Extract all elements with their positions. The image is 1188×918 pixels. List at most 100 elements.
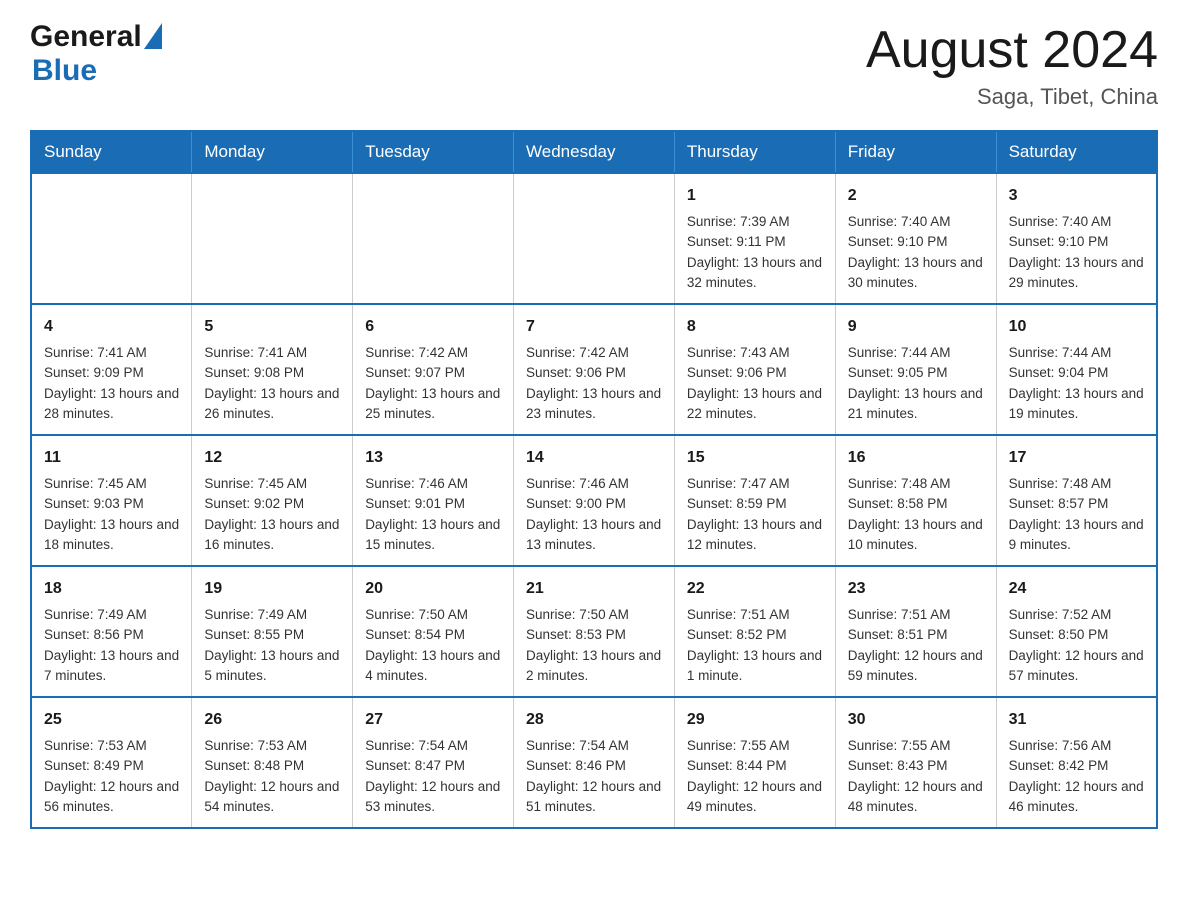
calendar-cell: 21Sunrise: 7:50 AMSunset: 8:53 PMDayligh… bbox=[514, 566, 675, 697]
calendar-header-tuesday: Tuesday bbox=[353, 131, 514, 173]
day-number: 10 bbox=[1009, 315, 1144, 339]
day-number: 9 bbox=[848, 315, 984, 339]
day-info: Sunrise: 7:55 AMSunset: 8:44 PMDaylight:… bbox=[687, 736, 823, 817]
day-number: 27 bbox=[365, 708, 501, 732]
day-info: Sunrise: 7:46 AMSunset: 9:01 PMDaylight:… bbox=[365, 474, 501, 555]
day-info: Sunrise: 7:53 AMSunset: 8:48 PMDaylight:… bbox=[204, 736, 340, 817]
day-number: 8 bbox=[687, 315, 823, 339]
day-info: Sunrise: 7:55 AMSunset: 8:43 PMDaylight:… bbox=[848, 736, 984, 817]
calendar-cell: 18Sunrise: 7:49 AMSunset: 8:56 PMDayligh… bbox=[31, 566, 192, 697]
calendar-cell: 9Sunrise: 7:44 AMSunset: 9:05 PMDaylight… bbox=[835, 304, 996, 435]
calendar-cell: 2 Sunrise: 7:40 AMSunset: 9:10 PMDaylight… bbox=[835, 173, 996, 304]
calendar-week-4: 18Sunrise: 7:49 AMSunset: 8:56 PMDayligh… bbox=[31, 566, 1157, 697]
day-info: Sunrise: 7:39 AMSunset: 9:11 PMDaylight:… bbox=[687, 212, 823, 293]
day-number: 6 bbox=[365, 315, 501, 339]
day-info: Sunrise: 7:42 AMSunset: 9:06 PMDaylight:… bbox=[526, 343, 662, 424]
calendar-cell: 24Sunrise: 7:52 AMSunset: 8:50 PMDayligh… bbox=[996, 566, 1157, 697]
day-number: 3 bbox=[1009, 184, 1144, 208]
logo-triangle-icon bbox=[144, 23, 162, 49]
day-number: 15 bbox=[687, 446, 823, 470]
logo: General Blue bbox=[30, 20, 162, 88]
day-number: 4 bbox=[44, 315, 179, 339]
logo-blue-text: Blue bbox=[32, 54, 162, 88]
calendar-cell: 29 Sunrise: 7:55 AMSunset: 8:44 PMDayligh… bbox=[674, 697, 835, 828]
calendar-week-3: 11 Sunrise: 7:45 AMSunset: 9:03 PMDayligh… bbox=[31, 435, 1157, 566]
calendar-cell bbox=[514, 173, 675, 304]
calendar-cell bbox=[31, 173, 192, 304]
location: Saga, Tibet, China bbox=[866, 84, 1158, 110]
day-info: Sunrise: 7:54 AMSunset: 8:46 PMDaylight:… bbox=[526, 736, 662, 817]
day-info: Sunrise: 7:44 AMSunset: 9:04 PMDaylight:… bbox=[1009, 343, 1144, 424]
calendar-header-wednesday: Wednesday bbox=[514, 131, 675, 173]
day-number: 28 bbox=[526, 708, 662, 732]
calendar-cell: 12 Sunrise: 7:45 AMSunset: 9:02 PMDayligh… bbox=[192, 435, 353, 566]
day-number: 24 bbox=[1009, 577, 1144, 601]
day-info: Sunrise: 7:51 AMSunset: 8:51 PMDaylight:… bbox=[848, 605, 984, 686]
calendar-cell: 26 Sunrise: 7:53 AMSunset: 8:48 PMDayligh… bbox=[192, 697, 353, 828]
day-info: Sunrise: 7:49 AMSunset: 8:55 PMDaylight:… bbox=[204, 605, 340, 686]
day-info: Sunrise: 7:47 AMSunset: 8:59 PMDaylight:… bbox=[687, 474, 823, 555]
page-header: General Blue August 2024 Saga, Tibet, Ch… bbox=[30, 20, 1158, 110]
day-number: 26 bbox=[204, 708, 340, 732]
day-number: 31 bbox=[1009, 708, 1144, 732]
day-number: 21 bbox=[526, 577, 662, 601]
calendar-cell: 15 Sunrise: 7:47 AMSunset: 8:59 PMDayligh… bbox=[674, 435, 835, 566]
day-info: Sunrise: 7:40 AMSunset: 9:10 PMDaylight:… bbox=[848, 212, 984, 293]
day-info: Sunrise: 7:48 AMSunset: 8:57 PMDaylight:… bbox=[1009, 474, 1144, 555]
month-title: August 2024 bbox=[866, 20, 1158, 80]
day-info: Sunrise: 7:54 AMSunset: 8:47 PMDaylight:… bbox=[365, 736, 501, 817]
day-info: Sunrise: 7:40 AMSunset: 9:10 PMDaylight:… bbox=[1009, 212, 1144, 293]
calendar-cell: 28 Sunrise: 7:54 AMSunset: 8:46 PMDayligh… bbox=[514, 697, 675, 828]
day-number: 29 bbox=[687, 708, 823, 732]
calendar-cell bbox=[353, 173, 514, 304]
calendar-header-row: SundayMondayTuesdayWednesdayThursdayFrid… bbox=[31, 131, 1157, 173]
title-area: August 2024 Saga, Tibet, China bbox=[866, 20, 1158, 110]
calendar-week-1: 1 Sunrise: 7:39 AMSunset: 9:11 PMDaylight… bbox=[31, 173, 1157, 304]
day-number: 2 bbox=[848, 184, 984, 208]
calendar-header-saturday: Saturday bbox=[996, 131, 1157, 173]
day-info: Sunrise: 7:45 AMSunset: 9:02 PMDaylight:… bbox=[204, 474, 340, 555]
calendar-header-monday: Monday bbox=[192, 131, 353, 173]
day-number: 12 bbox=[204, 446, 340, 470]
day-info: Sunrise: 7:53 AMSunset: 8:49 PMDaylight:… bbox=[44, 736, 179, 817]
day-info: Sunrise: 7:45 AMSunset: 9:03 PMDaylight:… bbox=[44, 474, 179, 555]
calendar-cell: 10 Sunrise: 7:44 AMSunset: 9:04 PMDayligh… bbox=[996, 304, 1157, 435]
calendar-cell: 19 Sunrise: 7:49 AMSunset: 8:55 PMDayligh… bbox=[192, 566, 353, 697]
calendar-cell: 8 Sunrise: 7:43 AMSunset: 9:06 PMDaylight… bbox=[674, 304, 835, 435]
calendar-cell bbox=[192, 173, 353, 304]
calendar-week-5: 25 Sunrise: 7:53 AMSunset: 8:49 PMDayligh… bbox=[31, 697, 1157, 828]
calendar-week-2: 4 Sunrise: 7:41 AMSunset: 9:09 PMDaylight… bbox=[31, 304, 1157, 435]
calendar-table: SundayMondayTuesdayWednesdayThursdayFrid… bbox=[30, 130, 1158, 829]
day-number: 5 bbox=[204, 315, 340, 339]
day-info: Sunrise: 7:43 AMSunset: 9:06 PMDaylight:… bbox=[687, 343, 823, 424]
calendar-header-friday: Friday bbox=[835, 131, 996, 173]
day-info: Sunrise: 7:50 AMSunset: 8:54 PMDaylight:… bbox=[365, 605, 501, 686]
calendar-cell: 3 Sunrise: 7:40 AMSunset: 9:10 PMDaylight… bbox=[996, 173, 1157, 304]
day-number: 1 bbox=[687, 184, 823, 208]
logo-general-text: General bbox=[30, 20, 142, 54]
calendar-cell: 31 Sunrise: 7:56 AMSunset: 8:42 PMDayligh… bbox=[996, 697, 1157, 828]
calendar-cell: 4 Sunrise: 7:41 AMSunset: 9:09 PMDaylight… bbox=[31, 304, 192, 435]
day-number: 16 bbox=[848, 446, 984, 470]
day-info: Sunrise: 7:51 AMSunset: 8:52 PMDaylight:… bbox=[687, 605, 823, 686]
day-number: 22 bbox=[687, 577, 823, 601]
day-number: 11 bbox=[44, 446, 179, 470]
day-number: 20 bbox=[365, 577, 501, 601]
day-info: Sunrise: 7:42 AMSunset: 9:07 PMDaylight:… bbox=[365, 343, 501, 424]
day-number: 7 bbox=[526, 315, 662, 339]
calendar-cell: 6 Sunrise: 7:42 AMSunset: 9:07 PMDaylight… bbox=[353, 304, 514, 435]
calendar-cell: 27 Sunrise: 7:54 AMSunset: 8:47 PMDayligh… bbox=[353, 697, 514, 828]
calendar-cell: 25 Sunrise: 7:53 AMSunset: 8:49 PMDayligh… bbox=[31, 697, 192, 828]
day-number: 19 bbox=[204, 577, 340, 601]
calendar-cell: 22 Sunrise: 7:51 AMSunset: 8:52 PMDayligh… bbox=[674, 566, 835, 697]
day-info: Sunrise: 7:49 AMSunset: 8:56 PMDaylight:… bbox=[44, 605, 179, 686]
calendar-cell: 1 Sunrise: 7:39 AMSunset: 9:11 PMDaylight… bbox=[674, 173, 835, 304]
calendar-header-sunday: Sunday bbox=[31, 131, 192, 173]
day-number: 25 bbox=[44, 708, 179, 732]
day-info: Sunrise: 7:41 AMSunset: 9:09 PMDaylight:… bbox=[44, 343, 179, 424]
day-number: 13 bbox=[365, 446, 501, 470]
calendar-header-thursday: Thursday bbox=[674, 131, 835, 173]
day-info: Sunrise: 7:56 AMSunset: 8:42 PMDaylight:… bbox=[1009, 736, 1144, 817]
calendar-cell: 23Sunrise: 7:51 AMSunset: 8:51 PMDayligh… bbox=[835, 566, 996, 697]
day-info: Sunrise: 7:48 AMSunset: 8:58 PMDaylight:… bbox=[848, 474, 984, 555]
